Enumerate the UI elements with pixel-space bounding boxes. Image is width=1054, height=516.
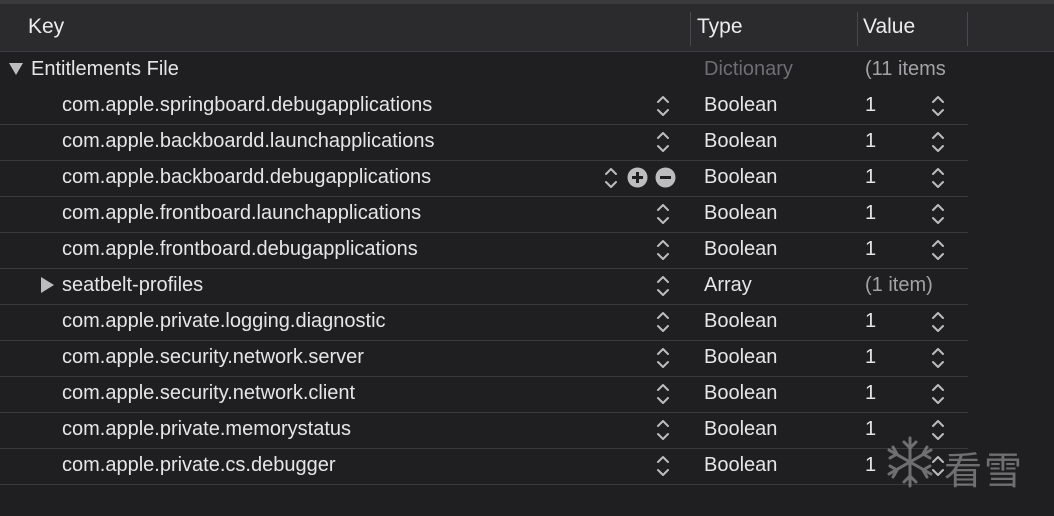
value-stepper-icon[interactable]: [930, 92, 946, 120]
type-stepper-icon[interactable]: [655, 308, 671, 336]
key-column-header[interactable]: Key: [28, 4, 64, 51]
row-type[interactable]: Boolean: [704, 232, 777, 268]
entitlement-row[interactable]: seatbelt-profiles Array (1 item): [0, 268, 968, 305]
row-value[interactable]: 1: [865, 304, 876, 340]
row-key[interactable]: com.apple.backboardd.launchapplications: [62, 124, 434, 160]
entitlement-row[interactable]: com.apple.private.logging.diagnostic Bool…: [0, 304, 968, 341]
type-stepper-icon[interactable]: [655, 452, 671, 480]
value-stepper-icon[interactable]: [930, 200, 946, 228]
row-type[interactable]: Boolean: [704, 448, 777, 484]
entitlement-row[interactable]: com.apple.frontboard.debugapplications Bo…: [0, 232, 968, 269]
type-stepper-icon[interactable]: [655, 416, 671, 444]
entitlement-row[interactable]: com.apple.security.network.client Boolean…: [0, 376, 968, 413]
row-type[interactable]: Boolean: [704, 304, 777, 340]
entitlement-row[interactable]: com.apple.backboardd.debugapplications Bo…: [0, 160, 968, 197]
row-value[interactable]: 1: [865, 232, 876, 268]
row-key[interactable]: com.apple.private.logging.diagnostic: [62, 304, 386, 340]
add-item-icon[interactable]: [627, 167, 648, 188]
row-key[interactable]: com.apple.springboard.debugapplications: [62, 88, 432, 124]
column-divider[interactable]: [967, 12, 968, 46]
type-column-header[interactable]: Type: [697, 4, 743, 51]
row-type[interactable]: Boolean: [704, 196, 777, 232]
entitlement-row[interactable]: com.apple.springboard.debugapplications B…: [0, 88, 968, 125]
row-value[interactable]: 1: [865, 448, 876, 484]
value-stepper-icon[interactable]: [930, 236, 946, 264]
root-value: (11 items: [865, 58, 946, 80]
column-divider[interactable]: [690, 12, 691, 46]
row-key[interactable]: com.apple.security.network.server: [62, 340, 364, 376]
value-stepper-icon[interactable]: [930, 308, 946, 336]
entitlement-row[interactable]: com.apple.frontboard.launchapplications B…: [0, 196, 968, 233]
row-value[interactable]: 1: [865, 376, 876, 412]
type-stepper-icon[interactable]: [655, 236, 671, 264]
column-divider[interactable]: [857, 12, 858, 46]
snowflake-icon: [887, 436, 933, 488]
row-value[interactable]: 1: [865, 412, 876, 448]
key-stepper-icon[interactable]: [603, 164, 619, 192]
type-stepper-icon[interactable]: [655, 272, 671, 300]
value-stepper-icon[interactable]: [930, 128, 946, 156]
column-header: Key Type Value: [0, 4, 1054, 52]
disclosure-collapsed-icon[interactable]: [41, 277, 54, 293]
row-key[interactable]: seatbelt-profiles: [62, 268, 203, 304]
watermark: 看雪: [880, 434, 1030, 493]
disclosure-expanded-icon[interactable]: [9, 63, 23, 75]
row-type[interactable]: Boolean: [704, 412, 777, 448]
row-value[interactable]: 1: [865, 196, 876, 232]
remove-item-icon[interactable]: [655, 167, 676, 188]
row-value[interactable]: 1: [865, 340, 876, 376]
root-type: Dictionary: [704, 58, 793, 80]
value-stepper-icon[interactable]: [930, 380, 946, 408]
root-key: Entitlements File: [31, 58, 179, 80]
row-key[interactable]: com.apple.frontboard.launchapplications: [62, 196, 421, 232]
row-key[interactable]: com.apple.frontboard.debugapplications: [62, 232, 418, 268]
row-key[interactable]: com.apple.backboardd.debugapplications: [62, 160, 431, 196]
row-type[interactable]: Boolean: [704, 88, 777, 124]
row-type[interactable]: Boolean: [704, 340, 777, 376]
row-value: (1 item): [865, 274, 933, 296]
type-stepper-icon[interactable]: [655, 92, 671, 120]
entitlement-row[interactable]: com.apple.security.network.server Boolean…: [0, 340, 968, 377]
row-value[interactable]: 1: [865, 124, 876, 160]
row-type[interactable]: Boolean: [704, 160, 777, 196]
row-value[interactable]: 1: [865, 88, 876, 124]
root-row[interactable]: Entitlements File Dictionary (11 items: [0, 52, 968, 88]
row-key[interactable]: com.apple.private.cs.debugger: [62, 448, 336, 484]
entitlement-row[interactable]: com.apple.backboardd.launchapplications B…: [0, 124, 968, 161]
type-stepper-icon[interactable]: [655, 128, 671, 156]
type-stepper-icon[interactable]: [655, 380, 671, 408]
row-type[interactable]: Boolean: [704, 124, 777, 160]
row-type[interactable]: Boolean: [704, 376, 777, 412]
entitlement-row[interactable]: com.apple.private.cs.debugger Boolean 1: [0, 448, 968, 485]
type-stepper-icon[interactable]: [655, 200, 671, 228]
type-stepper-icon[interactable]: [655, 344, 671, 372]
value-stepper-icon[interactable]: [930, 164, 946, 192]
entitlement-row[interactable]: com.apple.private.memorystatus Boolean 1: [0, 412, 968, 449]
value-column-header[interactable]: Value: [863, 4, 915, 51]
row-value[interactable]: 1: [865, 160, 876, 196]
row-key[interactable]: com.apple.security.network.client: [62, 376, 355, 412]
row-type[interactable]: Array: [704, 268, 752, 304]
row-key[interactable]: com.apple.private.memorystatus: [62, 412, 351, 448]
watermark-text: 看雪: [944, 449, 1025, 493]
value-stepper-icon[interactable]: [930, 344, 946, 372]
